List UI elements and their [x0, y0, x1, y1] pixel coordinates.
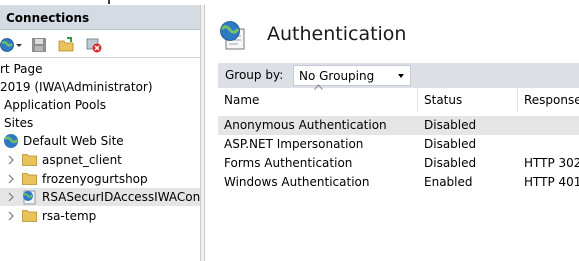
menu-divider	[108, 0, 110, 4]
features-panel: Authentication Group by: No Grouping Nam…	[205, 5, 579, 261]
row-name: ASP.NET Impersonation	[224, 137, 364, 151]
folder-icon	[22, 210, 37, 222]
connections-panel: Connections rt Page 2019 (IWA\Administra…	[0, 5, 200, 261]
connections-header: Connections	[0, 5, 200, 30]
group-by-select[interactable]: No Grouping	[293, 65, 411, 86]
tree-item-frozenyogurtshop[interactable]: frozenyogurtshop	[0, 170, 200, 188]
table-row[interactable]: ASP.NET Impersonation Disabled	[218, 135, 579, 154]
row-name: Anonymous Authentication	[224, 118, 387, 132]
table-row[interactable]: Forms Authentication Disabled HTTP 302	[218, 154, 579, 173]
tree-item-label: rt Page	[0, 62, 43, 76]
folder-icon	[22, 154, 37, 166]
row-response: HTTP 302	[524, 156, 579, 170]
chevron-right-icon[interactable]	[6, 174, 16, 184]
folder-icon	[22, 173, 37, 185]
group-by-bar: Group by: No Grouping	[218, 63, 579, 88]
column-header-name[interactable]: Name	[218, 84, 418, 112]
authentication-icon	[220, 21, 245, 50]
chevron-right-icon[interactable]	[6, 155, 16, 165]
tree-item-start-page[interactable]: rt Page	[0, 60, 200, 78]
page-title: Authentication	[267, 23, 407, 45]
tree-item-label: 2019 (IWA\Administrator)	[0, 80, 153, 94]
row-status: Enabled	[424, 175, 473, 189]
web-application-icon	[23, 190, 36, 205]
tree-item-label: Default Web Site	[23, 134, 124, 148]
column-label: Name	[224, 93, 260, 107]
connect-globe-icon[interactable]	[0, 37, 22, 53]
group-by-value: No Grouping	[299, 69, 375, 83]
disconnect-icon[interactable]	[86, 37, 102, 53]
tree-item-label: aspnet_client	[42, 153, 122, 167]
add-folder-icon[interactable]	[58, 37, 74, 53]
tree-item-label: Sites	[4, 116, 34, 130]
row-response: HTTP 401	[524, 175, 579, 189]
connections-title: Connections	[6, 11, 90, 25]
row-name: Windows Authentication	[224, 175, 370, 189]
tree-item-application-pools[interactable]: Application Pools	[0, 96, 200, 114]
tree-item-sites[interactable]: Sites	[0, 114, 200, 132]
tree-item-rsasecurid-app[interactable]: RSASecurIDAccessIWAConne	[0, 188, 200, 206]
tree-item-label: RSASecurIDAccessIWAConne	[42, 190, 200, 204]
column-header-status[interactable]: Status	[418, 88, 518, 112]
tree-item-aspnet-client[interactable]: aspnet_client	[0, 151, 200, 169]
authentication-list: Name Status Response T Anonymous Authent…	[218, 84, 579, 261]
tree-item-default-web-site[interactable]: Default Web Site	[0, 132, 200, 150]
row-status: Disabled	[424, 137, 477, 151]
table-row[interactable]: Windows Authentication Enabled HTTP 401	[218, 173, 579, 192]
connections-toolbar	[0, 31, 200, 58]
sort-ascending-icon	[314, 84, 323, 90]
row-status: Disabled	[424, 118, 477, 132]
column-header-response[interactable]: Response T	[518, 88, 579, 112]
tree-item-label: Application Pools	[4, 98, 106, 112]
table-row[interactable]: Anonymous Authentication Disabled	[218, 116, 579, 135]
group-by-label: Group by:	[225, 68, 284, 82]
column-label: Status	[424, 93, 463, 107]
globe-icon	[4, 134, 18, 148]
chevron-right-icon[interactable]	[6, 211, 16, 221]
column-label: Response T	[524, 93, 579, 107]
save-icon[interactable]	[31, 37, 47, 53]
tree-item-rsa-temp[interactable]: rsa-temp	[0, 207, 200, 225]
tree-item-server[interactable]: 2019 (IWA\Administrator)	[0, 78, 200, 96]
row-status: Disabled	[424, 156, 477, 170]
dropdown-arrow-icon	[398, 74, 404, 78]
tree-item-label: rsa-temp	[42, 209, 97, 223]
chevron-right-icon[interactable]	[6, 192, 16, 202]
tree-item-label: frozenyogurtshop	[42, 172, 148, 186]
row-name: Forms Authentication	[224, 156, 353, 170]
